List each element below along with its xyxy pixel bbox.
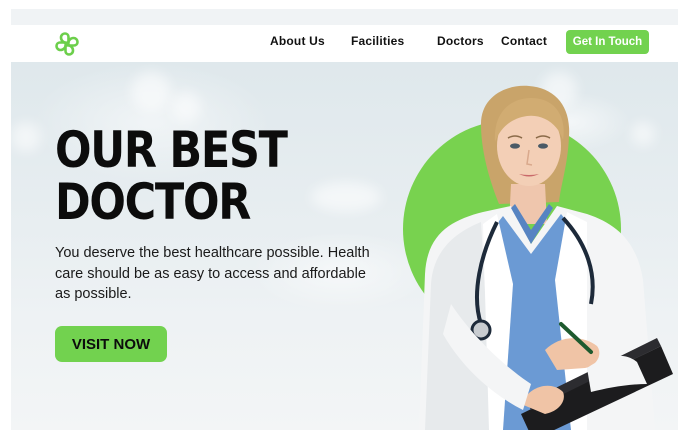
- nav-contact[interactable]: Contact: [501, 34, 547, 48]
- top-strip: [11, 9, 678, 25]
- bokeh-light: [131, 72, 171, 112]
- hero-section: OUR BEST DOCTOR You deserve the best hea…: [11, 62, 678, 430]
- nav-facilities[interactable]: Facilities: [351, 34, 404, 48]
- page-frame: About Us Facilities Doctors Contact Get …: [11, 9, 678, 430]
- visit-now-button[interactable]: VISIT NOW: [55, 326, 167, 362]
- hero-title: OUR BEST DOCTOR: [55, 121, 288, 231]
- doctor-photo: [419, 85, 673, 430]
- bokeh-light: [171, 92, 201, 122]
- bokeh-light: [311, 182, 381, 212]
- get-in-touch-button[interactable]: Get In Touch: [566, 30, 649, 54]
- hero-title-line2: DOCTOR: [55, 173, 251, 231]
- bokeh-light: [11, 122, 41, 152]
- hero-title-line1: OUR BEST: [55, 121, 288, 179]
- nav-about-us[interactable]: About Us: [270, 34, 325, 48]
- site-header: About Us Facilities Doctors Contact Get …: [11, 25, 678, 62]
- hero-description: You deserve the best healthcare possible…: [55, 245, 370, 302]
- clover-cross-icon[interactable]: [52, 29, 82, 59]
- nav-doctors[interactable]: Doctors: [437, 34, 484, 48]
